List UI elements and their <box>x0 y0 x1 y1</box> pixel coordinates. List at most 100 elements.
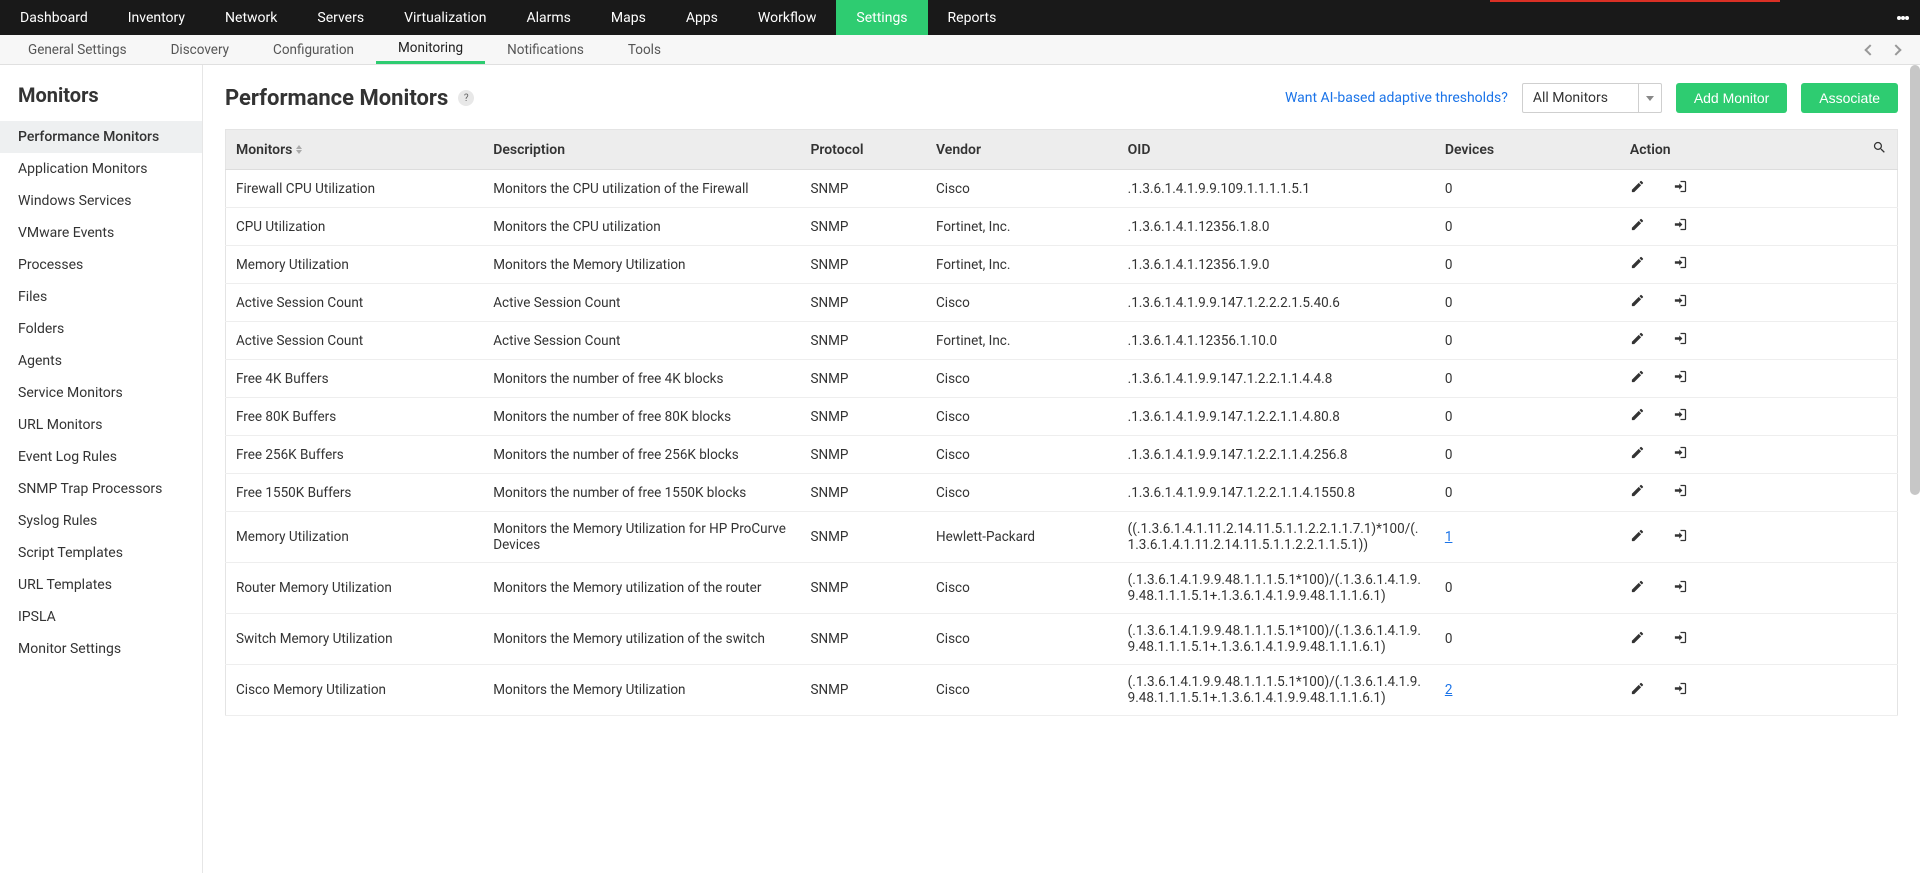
subnav-tools[interactable]: Tools <box>606 35 683 64</box>
nav-dashboard[interactable]: Dashboard <box>0 0 108 35</box>
nav-servers[interactable]: Servers <box>297 0 384 35</box>
nav-network[interactable]: Network <box>205 0 297 35</box>
cell-name: Router Memory Utilization <box>226 563 484 614</box>
add-monitor-button[interactable]: Add Monitor <box>1676 83 1787 113</box>
cell-desc: Active Session Count <box>483 284 800 322</box>
cell-oid: .1.3.6.1.4.1.9.9.147.1.2.2.1.1.4.80.8 <box>1118 398 1435 436</box>
sidebar-item-vmware-events[interactable]: VMware Events <box>0 217 202 249</box>
cell-vendor: Cisco <box>926 563 1118 614</box>
edit-icon[interactable] <box>1630 528 1645 547</box>
edit-icon[interactable] <box>1630 630 1645 649</box>
nav-alarms[interactable]: Alarms <box>506 0 590 35</box>
col-oid[interactable]: OID <box>1118 130 1435 170</box>
cell-oid: .1.3.6.1.4.1.9.9.147.1.2.2.1.1.4.4.8 <box>1118 360 1435 398</box>
col-devices[interactable]: Devices <box>1435 130 1620 170</box>
subnav-next-icon[interactable] <box>1890 44 1901 55</box>
export-icon[interactable] <box>1673 217 1688 236</box>
sidebar-item-processes[interactable]: Processes <box>0 249 202 281</box>
nav-settings[interactable]: Settings <box>836 0 927 35</box>
export-icon[interactable] <box>1673 369 1688 388</box>
sidebar-item-files[interactable]: Files <box>0 281 202 313</box>
cell-vendor: Cisco <box>926 474 1118 512</box>
kebab-menu-icon[interactable] <box>1885 0 1920 35</box>
col-monitors[interactable]: Monitors <box>226 130 484 170</box>
sidebar-item-event-log-rules[interactable]: Event Log Rules <box>0 441 202 473</box>
export-icon[interactable] <box>1673 445 1688 464</box>
export-icon[interactable] <box>1673 528 1688 547</box>
edit-icon[interactable] <box>1630 445 1645 464</box>
edit-icon[interactable] <box>1630 681 1645 700</box>
sidebar-item-application-monitors[interactable]: Application Monitors <box>0 153 202 185</box>
export-icon[interactable] <box>1673 179 1688 198</box>
sidebar-item-service-monitors[interactable]: Service Monitors <box>0 377 202 409</box>
sidebar-item-monitor-settings[interactable]: Monitor Settings <box>0 633 202 665</box>
subnav-prev-icon[interactable] <box>1864 44 1875 55</box>
subnav-general-settings[interactable]: General Settings <box>6 35 149 64</box>
sidebar-item-agents[interactable]: Agents <box>0 345 202 377</box>
table-row: Active Session CountActive Session Count… <box>226 322 1898 360</box>
sidebar-item-syslog-rules[interactable]: Syslog Rules <box>0 505 202 537</box>
cell-devices: 0 <box>1435 614 1620 665</box>
export-icon[interactable] <box>1673 255 1688 274</box>
device-count-link[interactable]: 2 <box>1445 682 1453 698</box>
ai-thresholds-link[interactable]: Want AI-based adaptive thresholds? <box>1285 90 1508 106</box>
nav-workflow[interactable]: Workflow <box>738 0 837 35</box>
subnav-configuration[interactable]: Configuration <box>251 35 376 64</box>
cell-proto: SNMP <box>800 563 926 614</box>
edit-icon[interactable] <box>1630 217 1645 236</box>
nav-reports[interactable]: Reports <box>928 0 1017 35</box>
export-icon[interactable] <box>1673 407 1688 426</box>
nav-apps[interactable]: Apps <box>666 0 738 35</box>
cell-devices: 0 <box>1435 474 1620 512</box>
col-protocol[interactable]: Protocol <box>800 130 926 170</box>
nav-virtualization[interactable]: Virtualization <box>384 0 506 35</box>
edit-icon[interactable] <box>1630 255 1645 274</box>
table-row: Free 1550K BuffersMonitors the number of… <box>226 474 1898 512</box>
sidebar-item-url-monitors[interactable]: URL Monitors <box>0 409 202 441</box>
cell-oid: .1.3.6.1.4.1.9.9.147.1.2.2.1.1.4.1550.8 <box>1118 474 1435 512</box>
sidebar-item-snmp-trap-processors[interactable]: SNMP Trap Processors <box>0 473 202 505</box>
table-row: CPU UtilizationMonitors the CPU utilizat… <box>226 208 1898 246</box>
cell-name: Memory Utilization <box>226 512 484 563</box>
associate-button[interactable]: Associate <box>1801 83 1898 113</box>
cell-vendor: Cisco <box>926 665 1118 716</box>
subnav-notifications[interactable]: Notifications <box>485 35 606 64</box>
export-icon[interactable] <box>1673 483 1688 502</box>
col-description[interactable]: Description <box>483 130 800 170</box>
sidebar-item-script-templates[interactable]: Script Templates <box>0 537 202 569</box>
edit-icon[interactable] <box>1630 579 1645 598</box>
export-icon[interactable] <box>1673 293 1688 312</box>
nav-maps[interactable]: Maps <box>591 0 666 35</box>
sidebar-item-url-templates[interactable]: URL Templates <box>0 569 202 601</box>
edit-icon[interactable] <box>1630 179 1645 198</box>
scrollbar-thumb[interactable] <box>1910 65 1920 495</box>
edit-icon[interactable] <box>1630 407 1645 426</box>
export-icon[interactable] <box>1673 681 1688 700</box>
edit-icon[interactable] <box>1630 483 1645 502</box>
help-icon[interactable]: ? <box>458 90 474 106</box>
cell-desc: Monitors the number of free 80K blocks <box>483 398 800 436</box>
subnav-monitoring[interactable]: Monitoring <box>376 35 485 64</box>
sidebar-item-performance-monitors[interactable]: Performance Monitors <box>0 121 202 153</box>
col-search[interactable] <box>1845 130 1898 170</box>
export-icon[interactable] <box>1673 630 1688 649</box>
cell-desc: Monitors the Memory utilization of the r… <box>483 563 800 614</box>
device-count-link[interactable]: 1 <box>1445 529 1453 545</box>
sidebar-item-ipsla[interactable]: IPSLA <box>0 601 202 633</box>
cell-desc: Monitors the number of free 4K blocks <box>483 360 800 398</box>
col-vendor[interactable]: Vendor <box>926 130 1118 170</box>
cell-vendor: Cisco <box>926 360 1118 398</box>
sidebar-item-windows-services[interactable]: Windows Services <box>0 185 202 217</box>
top-nav: DashboardInventoryNetworkServersVirtuali… <box>0 0 1920 35</box>
nav-inventory[interactable]: Inventory <box>108 0 205 35</box>
edit-icon[interactable] <box>1630 369 1645 388</box>
export-icon[interactable] <box>1673 579 1688 598</box>
edit-icon[interactable] <box>1630 331 1645 350</box>
sidebar-item-folders[interactable]: Folders <box>0 313 202 345</box>
edit-icon[interactable] <box>1630 293 1645 312</box>
export-icon[interactable] <box>1673 331 1688 350</box>
search-icon[interactable] <box>1872 143 1887 159</box>
filter-select[interactable]: All Monitors <box>1522 83 1662 113</box>
subnav-discovery[interactable]: Discovery <box>149 35 251 64</box>
col-action[interactable]: Action <box>1620 130 1845 170</box>
